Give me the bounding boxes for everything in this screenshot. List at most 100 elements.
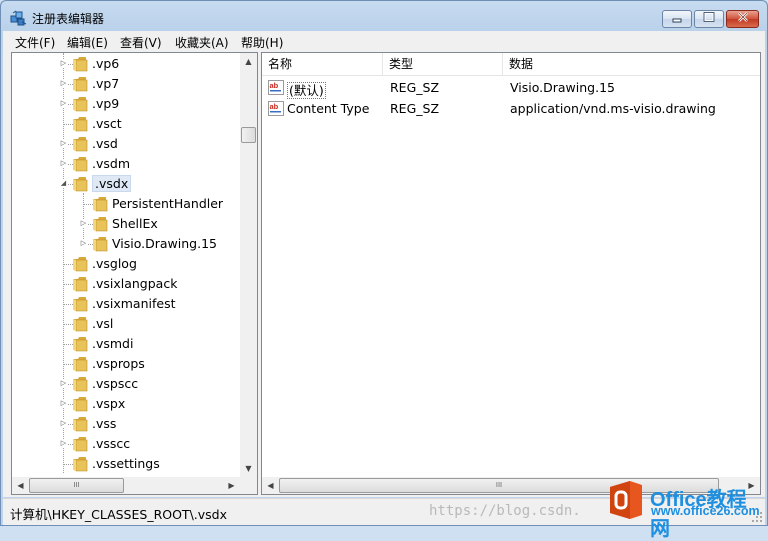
tree-item[interactable]: ▷ .vsdm xyxy=(12,154,242,174)
minimize-icon xyxy=(672,18,682,23)
tree-item-label: .vsl xyxy=(92,316,114,331)
registry-editor-window: 注册表编辑器 文件(F) 编辑(E) 查看(V) 收藏夹(A) 帮助(H) ▷.… xyxy=(0,0,768,540)
tree-vertical-scroll-thumb[interactable] xyxy=(241,127,256,143)
tree-item[interactable]: ▷ .vsd xyxy=(12,134,242,154)
expand-arrow-icon[interactable]: ▷ xyxy=(59,59,68,68)
scroll-right-arrow-icon[interactable]: ▶ xyxy=(223,477,240,494)
expand-arrow-icon[interactable]: ▷ xyxy=(59,379,68,388)
tree-item[interactable]: ▷ ShellEx xyxy=(12,214,242,234)
tree-item[interactable]: ▷ .vp7 xyxy=(12,74,242,94)
registry-value-list[interactable]: 名称 类型 数据 ab (默认) REG_SZ Visio.Drawing.15… xyxy=(261,52,761,495)
tree-horizontal-scroll-thumb[interactable]: III xyxy=(29,478,124,493)
tree-item[interactable]: ◢ .vsdx xyxy=(12,174,242,194)
tree-item[interactable]: .vssettings xyxy=(12,454,242,474)
menu-file[interactable]: 文件(F) xyxy=(15,34,55,51)
minimize-button[interactable] xyxy=(662,10,692,28)
tree-item[interactable]: ▷ .vp6 xyxy=(12,54,242,74)
expand-arrow-icon[interactable]: ▷ xyxy=(59,99,68,108)
tree-item-label: .vsixmanifest xyxy=(92,296,176,311)
tree-vertical-scrollbar[interactable]: ▲ ▼ xyxy=(240,53,257,477)
tree-item-label: .vsprops xyxy=(92,356,145,371)
value-type: REG_SZ xyxy=(390,101,440,116)
title-bar[interactable]: 注册表编辑器 xyxy=(1,1,767,31)
expand-arrow-icon[interactable]: ▷ xyxy=(59,399,68,408)
value-data: Visio.Drawing.15 xyxy=(510,80,615,95)
column-header-name[interactable]: 名称 xyxy=(262,53,383,76)
menu-view[interactable]: 查看(V) xyxy=(120,34,162,51)
tree-item[interactable]: .vsl xyxy=(12,314,242,334)
tree-item[interactable]: PersistentHandler xyxy=(12,194,242,214)
tree-item[interactable]: ▷ .vp9 xyxy=(12,94,242,114)
folder-icon xyxy=(73,337,88,352)
menu-favorites[interactable]: 收藏夹(A) xyxy=(175,34,229,51)
folder-icon xyxy=(93,197,108,212)
registry-key-tree[interactable]: ▷ .vp6 ▷ .vp7 ▷ .vp9 .vsct ▷ .vsd ▷ .vsdm ◢ .vsdx Per… xyxy=(11,52,258,495)
main-content: ▷ .vp6 ▷ .vp7 ▷ .vp9 .vsct ▷ .vsd ▷ .vsdm ◢ .vsdx Per… xyxy=(3,51,765,497)
expand-arrow-icon[interactable]: ▷ xyxy=(79,239,88,248)
scroll-left-arrow-icon[interactable]: ◀ xyxy=(12,477,29,494)
tree-item[interactable]: .vsixmanifest xyxy=(12,294,242,314)
expand-arrow-icon[interactable]: ▷ xyxy=(59,159,68,168)
tree-item[interactable]: ▷ Visio.Drawing.15 xyxy=(12,234,242,254)
value-type: REG_SZ xyxy=(390,80,440,95)
tree-item-label: .vsscc xyxy=(92,436,131,451)
expand-arrow-icon[interactable]: ▷ xyxy=(59,419,68,428)
svg-text:ab: ab xyxy=(270,81,279,90)
tree-item[interactable]: ▷ .vspx xyxy=(12,394,242,414)
value-name: (默认) xyxy=(287,82,326,99)
tree-item-label: .vsct xyxy=(92,116,122,131)
collapse-arrow-icon[interactable]: ◢ xyxy=(59,179,68,188)
tree-item-label: .vss xyxy=(92,416,117,431)
tree-item[interactable]: .vsprops xyxy=(12,354,242,374)
tree-item-label: .vsd xyxy=(92,136,118,151)
menu-bar: 文件(F) 编辑(E) 查看(V) 收藏夹(A) 帮助(H) xyxy=(3,31,765,51)
svg-text:ab: ab xyxy=(270,102,279,111)
status-key-path: 计算机\HKEY_CLASSES_ROOT\.vsdx xyxy=(10,507,227,522)
menu-help[interactable]: 帮助(H) xyxy=(241,34,283,51)
string-value-icon: ab xyxy=(268,101,284,116)
scroll-down-arrow-icon[interactable]: ▼ xyxy=(240,460,257,477)
column-header-type[interactable]: 类型 xyxy=(383,53,503,76)
tree-item[interactable]: ▷ .vsscc xyxy=(12,434,242,454)
regedit-app-icon xyxy=(10,10,27,26)
tree-item[interactable]: .vsixlangpack xyxy=(12,274,242,294)
scroll-up-arrow-icon[interactable]: ▲ xyxy=(240,53,257,70)
no-expander xyxy=(59,299,68,308)
menu-edit[interactable]: 编辑(E) xyxy=(67,34,108,51)
watermark-site: www.office26.com xyxy=(651,504,760,518)
tree-item-label: ShellEx xyxy=(112,216,158,231)
tree-item[interactable]: ▷ .vss xyxy=(12,414,242,434)
no-expander xyxy=(59,279,68,288)
folder-icon xyxy=(93,237,108,252)
scroll-left-arrow-icon[interactable]: ◀ xyxy=(262,477,279,494)
expand-arrow-icon[interactable]: ▷ xyxy=(79,219,88,228)
folder-icon xyxy=(93,217,108,232)
folder-icon xyxy=(73,257,88,272)
column-header-data[interactable]: 数据 xyxy=(503,53,760,76)
value-data: application/vnd.ms-visio.drawing xyxy=(510,101,716,116)
tree-item[interactable]: ▷ .vspscc xyxy=(12,374,242,394)
list-row[interactable]: ab (默认) REG_SZ Visio.Drawing.15 xyxy=(262,77,760,99)
tree-horizontal-scrollbar[interactable]: ◀ III ▶ xyxy=(12,477,257,494)
expand-arrow-icon[interactable]: ▷ xyxy=(59,79,68,88)
no-expander xyxy=(59,339,68,348)
folder-icon xyxy=(73,437,88,452)
list-row[interactable]: ab Content Type REG_SZ application/vnd.m… xyxy=(262,98,760,119)
expand-arrow-icon[interactable]: ▷ xyxy=(59,439,68,448)
tree-item-label: .vsglog xyxy=(92,256,137,271)
tree-item[interactable]: .vsct xyxy=(12,114,242,134)
no-expander xyxy=(59,119,68,128)
tree-item-label: .vsdm xyxy=(92,156,130,171)
tree-item-label: PersistentHandler xyxy=(112,196,224,211)
list-header: 名称 类型 数据 xyxy=(262,53,760,76)
status-bar: 计算机\HKEY_CLASSES_ROOT\.vsdx https://blog… xyxy=(3,481,765,540)
tree-item-label: .vsixlangpack xyxy=(92,276,178,291)
tree-item[interactable]: .vsglog xyxy=(12,254,242,274)
tree-item[interactable]: .vsmdi xyxy=(12,334,242,354)
close-button[interactable] xyxy=(726,10,759,28)
resize-grip-icon[interactable] xyxy=(751,511,763,523)
expand-arrow-icon[interactable]: ▷ xyxy=(59,139,68,148)
close-icon xyxy=(737,12,748,22)
folder-icon xyxy=(73,137,88,152)
maximize-button[interactable] xyxy=(694,10,724,28)
